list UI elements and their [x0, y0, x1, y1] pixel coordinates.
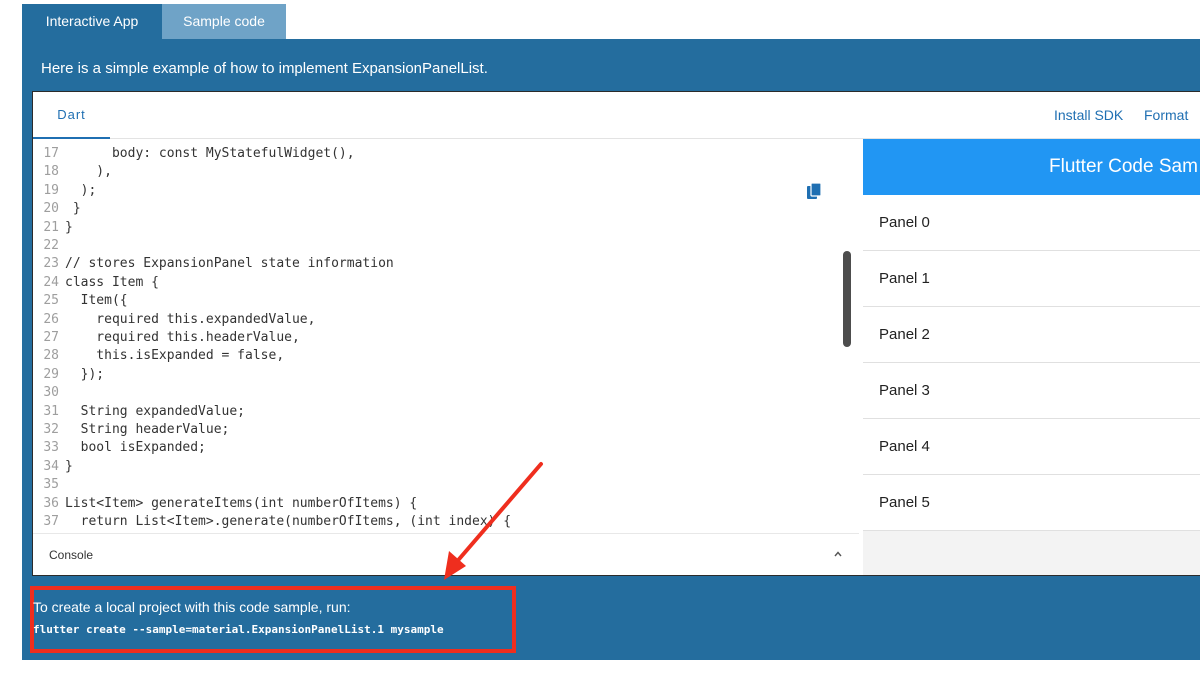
code-line: 36 List<Item> generateItems(int numberOfI…	[33, 495, 417, 513]
console-bar[interactable]: Console	[33, 533, 859, 575]
code-text: this.isExpanded = false,	[65, 348, 285, 364]
code-line: 32 String headerValue;	[33, 421, 229, 439]
line-number: 21	[43, 219, 59, 235]
code-line: 35	[33, 476, 65, 494]
app-bar: Flutter Code Sam	[863, 139, 1200, 195]
command-highlight-box	[30, 586, 516, 653]
code-text: // stores ExpansionPanel state informati…	[65, 256, 394, 272]
line-number: 32	[43, 422, 59, 437]
code-line: 37 return List<Item>.generate(numberOfIt…	[33, 513, 511, 531]
code-text: class Item {	[65, 274, 159, 290]
line-number: 35	[43, 477, 59, 493]
code-line: 25 Item({	[33, 292, 128, 310]
format-button[interactable]: Format	[1144, 92, 1188, 138]
code-text: String expandedValue;	[65, 403, 246, 419]
code-line: 23 // stores ExpansionPanel state informa…	[33, 255, 394, 273]
code-text: String headerValue;	[65, 422, 230, 437]
install-sdk-button[interactable]: Install SDK	[1054, 92, 1123, 138]
intro-text: Here is a simple example of how to imple…	[41, 60, 488, 77]
line-number: 19	[43, 182, 59, 198]
code-line: 28 this.isExpanded = false,	[33, 347, 284, 365]
console-label: Console	[49, 548, 94, 562]
code-text: });	[65, 366, 105, 382]
command-label: To create a local project with this code…	[33, 599, 351, 615]
line-number: 36	[43, 495, 59, 511]
line-number: 37	[43, 514, 59, 529]
code-line: 24 class Item {	[33, 274, 159, 292]
code-text: body: const MyStatefulWidget(),	[65, 146, 355, 161]
code-line: 26 required this.expandedValue,	[33, 311, 315, 329]
app-preview: Flutter Code Sam Panel 0 Panel 1 Panel 2 Pa…	[863, 139, 1200, 575]
code-text: );	[65, 182, 97, 198]
line-number: 17	[43, 146, 59, 161]
expansion-panel-header[interactable]: Panel 4	[863, 419, 1200, 475]
code-text: List<Item> generateItems(int numberOfIte…	[65, 495, 418, 511]
line-number: 26	[43, 311, 59, 327]
line-number: 34	[43, 458, 59, 474]
code-text: bool isExpanded;	[65, 440, 206, 456]
code-text: ),	[65, 164, 112, 180]
line-number: 24	[43, 274, 59, 290]
code-line: 29 });	[33, 366, 104, 384]
app-bar-title: Flutter Code Sam	[1049, 156, 1198, 177]
tab-interactive-app[interactable]: Interactive App	[22, 4, 162, 39]
code-text: }	[65, 219, 73, 235]
code-line: 17 body: const MyStatefulWidget(),	[33, 145, 355, 163]
line-number: 20	[43, 201, 59, 217]
tab-sample-code[interactable]: Sample code	[162, 4, 286, 39]
tab-dart[interactable]: Dart	[33, 92, 110, 139]
code-line: 18 ),	[33, 163, 112, 181]
command-code: flutter create --sample=material.Expansi…	[33, 623, 444, 636]
code-text: }	[65, 201, 81, 217]
editor-scrollbar[interactable]	[843, 251, 851, 347]
copy-icon[interactable]	[806, 182, 822, 200]
line-number: 27	[43, 330, 59, 345]
line-number: 22	[43, 238, 59, 253]
pad-header: Dart Install SDK Format	[33, 92, 1200, 139]
top-tabs: Interactive App Sample code	[22, 4, 286, 39]
code-line: 21}	[33, 219, 73, 237]
expansion-panel-header[interactable]: Panel 1	[863, 251, 1200, 307]
line-number: 30	[43, 385, 59, 401]
expansion-panel-header[interactable]: Panel 5	[863, 475, 1200, 531]
line-number: 28	[43, 348, 59, 364]
chevron-up-icon[interactable]	[833, 549, 843, 559]
code-line: 22	[33, 237, 65, 255]
line-number: 23	[43, 256, 59, 272]
expansion-panel-list: Panel 0 Panel 1 Panel 2 Panel 3 Panel 4 Panel…	[863, 195, 1200, 531]
line-number: 29	[43, 366, 59, 382]
code-line: 33 bool isExpanded;	[33, 439, 206, 457]
code-line: 34}	[33, 458, 73, 476]
line-number: 33	[43, 440, 59, 456]
code-text: }	[65, 458, 73, 474]
dartpad-frame: Here is a simple example of how to imple…	[22, 39, 1200, 660]
code-line: 30	[33, 384, 65, 402]
code-line: 20 }	[33, 200, 81, 218]
code-line: 27 required this.headerValue,	[33, 329, 300, 347]
code-text: required this.expandedValue,	[65, 311, 316, 327]
code-text: return List<Item>.generate(numberOfItems…	[65, 514, 512, 529]
expansion-panel-header[interactable]: Panel 3	[863, 363, 1200, 419]
dartpad-embed: Dart Install SDK Format 17 body: const M…	[32, 91, 1200, 576]
code-text: Item({	[65, 293, 128, 309]
expansion-panel-header[interactable]: Panel 2	[863, 307, 1200, 363]
line-number: 18	[43, 164, 59, 180]
code-line: 19 );	[33, 182, 96, 200]
expansion-panel-header[interactable]: Panel 0	[863, 195, 1200, 251]
code-text: required this.headerValue,	[65, 330, 300, 345]
dart-tab-label: Dart	[57, 107, 86, 122]
code-line: 31 String expandedValue;	[33, 403, 245, 421]
code-editor[interactable]: 17 body: const MyStatefulWidget(), 18 ), 1…	[33, 139, 859, 533]
line-number: 25	[43, 293, 59, 309]
line-number: 31	[43, 403, 59, 419]
